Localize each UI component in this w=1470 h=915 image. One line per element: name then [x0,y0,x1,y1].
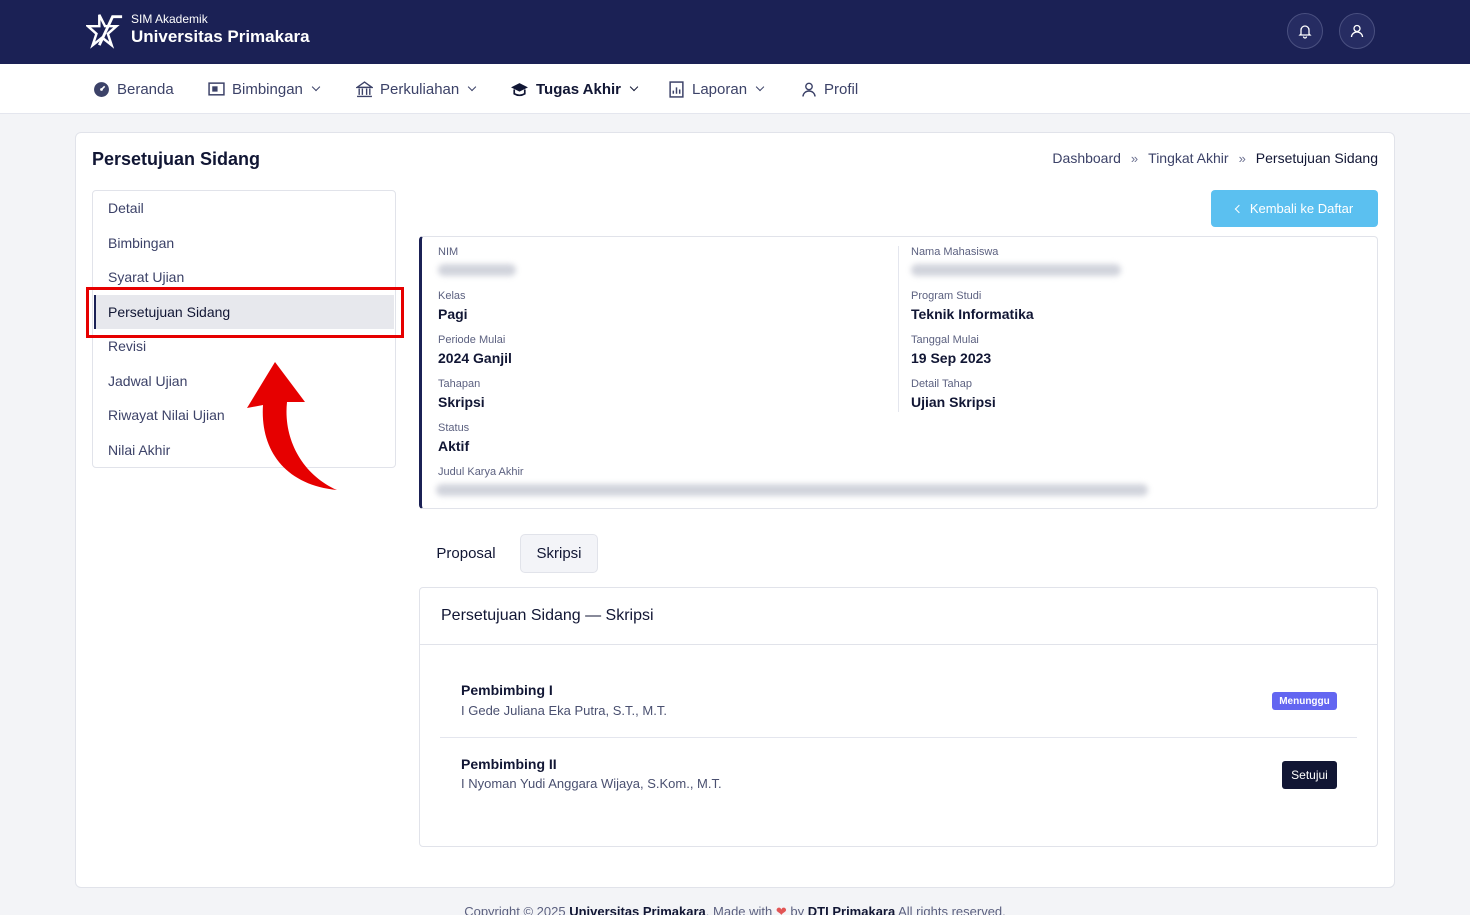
prodi-value: Teknik Informatika [911,306,1034,322]
board-icon [208,81,225,96]
main-nav: Beranda Bimbingan Perkuliahan Tugas Akhi… [0,64,1470,114]
breadcrumb: Dashboard » Tingkat Akhir » Persetujuan … [1052,150,1378,166]
nav-tugas-akhir[interactable]: Tugas Akhir [510,64,639,114]
status-label: Status [438,422,470,434]
top-header: SIM Akademik Universitas Primakara [0,0,1470,64]
row-divider [440,737,1357,738]
tahapan-value: Skripsi [438,394,485,410]
tahapan-label: Tahapan [438,378,481,390]
user-icon [1350,24,1364,38]
breadcrumb-separator: » [1130,150,1139,166]
nim-label: NIM [438,246,459,258]
report-icon [669,80,684,98]
bell-icon [1298,25,1312,39]
side-item-detail[interactable]: Detail [94,191,394,225]
red-arrow-annotation [247,362,337,490]
page-title: Persetujuan Sidang [92,149,261,169]
judul-value-redacted [436,484,1148,496]
supervisor-2-name: I Nyoman Yudi Anggara Wijaya, S.Kom., M.… [461,776,722,791]
nav-label: Bimbingan [232,80,303,98]
app-subtitle: SIM Akademik [131,12,208,26]
footer-prefix: Copyright © 2025 [464,904,566,915]
periode-value: 2024 Ganjil [438,350,512,366]
footer-by: by [790,904,805,915]
tab-proposal[interactable]: Proposal [427,534,505,573]
supervisor-1-role: Pembimbing I [461,682,553,698]
breadcrumb-separator: » [1238,150,1246,166]
nav-perkuliahan[interactable]: Perkuliahan [356,64,477,114]
status-value: Aktif [438,438,470,454]
periode-label: Periode Mulai [438,334,506,346]
nama-label: Nama Mahasiswa [911,246,999,258]
supervisor-2-role: Pembimbing II [461,756,557,772]
nama-value-redacted [911,264,1121,276]
status-badge: Menunggu [1272,692,1337,710]
prodi-label: Program Studi [911,290,982,302]
footer-org-link[interactable]: Universitas Primakara [569,904,706,915]
notification-button[interactable] [1287,13,1323,49]
nav-label: Profil [824,80,859,98]
breadcrumb-tingkat-akhir[interactable]: Tingkat Akhir [1148,150,1228,166]
nav-profil[interactable]: Profil [801,64,858,114]
user-icon [802,82,816,97]
back-to-list-button[interactable]: Kembali ke Daftar [1211,190,1378,227]
nav-beranda[interactable]: Beranda [93,64,174,114]
nav-laporan[interactable]: Laporan [668,64,765,114]
chevron-left-icon [1234,204,1244,213]
building-icon [356,80,373,97]
tab-skripsi[interactable]: Skripsi [520,534,598,573]
detail-tahap-label: Detail Tahap [911,378,972,390]
footer: Copyright © 2025 Universitas Primakara. … [0,904,1470,915]
chevron-down-icon [467,82,477,92]
chevron-down-icon [629,82,639,92]
nav-label: Tugas Akhir [536,80,622,98]
judul-label: Judul Karya Akhir [438,466,524,478]
side-item-bimbingan[interactable]: Bimbingan [94,226,394,260]
tanggal-label: Tanggal Mulai [911,334,979,346]
graduation-cap-icon [511,82,528,96]
back-button-label: Kembali ke Daftar [1249,201,1354,216]
supervisor-1-name: I Gede Juliana Eka Putra, S.T., M.T. [461,703,667,718]
approve-button[interactable]: Setujui [1282,761,1337,789]
chevron-down-icon [755,82,765,92]
heart-icon: ❤ [775,904,787,915]
nav-label: Perkuliahan [380,80,460,98]
nav-bimbingan[interactable]: Bimbingan [208,64,321,114]
nim-value-redacted [438,264,516,276]
profile-button[interactable] [1339,13,1375,49]
kelas-value: Pagi [438,306,468,322]
footer-team-link[interactable]: DTI Primakara [808,904,895,915]
highlight-box [86,287,404,338]
breadcrumb-current: Persetujuan Sidang [1255,150,1378,166]
approval-header: Persetujuan Sidang — Skripsi [420,588,1377,645]
detail-tahap-value: Ujian Skripsi [911,394,996,410]
nav-label: Beranda [117,80,174,98]
kelas-label: Kelas [438,290,466,302]
approval-title: Persetujuan Sidang — Skripsi [441,607,654,624]
chevron-down-icon [311,82,321,92]
footer-suffix: All rights reserved. [898,904,1006,915]
nav-label: Laporan [692,80,748,98]
breadcrumb-dashboard[interactable]: Dashboard [1052,150,1121,166]
dashboard-icon [94,81,109,97]
tanggal-value: 19 Sep 2023 [911,350,992,366]
university-logo [86,14,123,49]
footer-made-with: Made with [713,904,773,915]
column-divider [898,246,899,412]
app-title: Universitas Primakara [131,27,310,46]
